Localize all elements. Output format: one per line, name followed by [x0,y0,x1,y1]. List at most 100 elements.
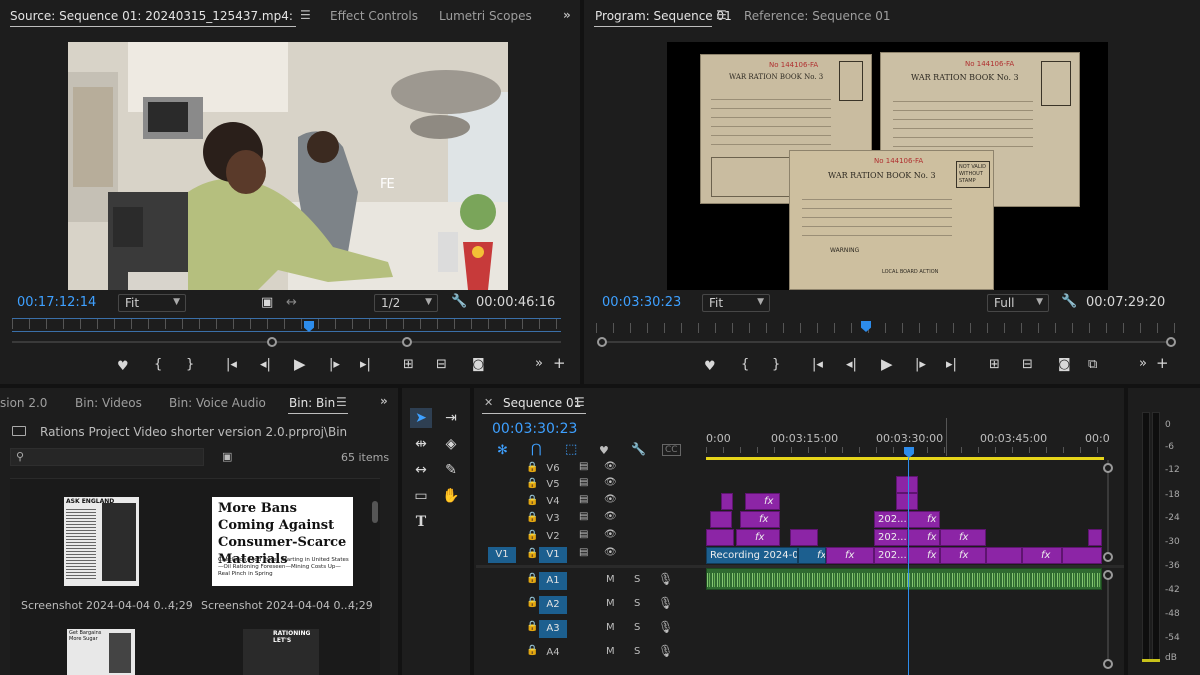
lock-icon[interactable]: 🔒 [526,645,538,656]
timeline-clip[interactable]: fx [740,511,780,528]
lock-icon[interactable]: 🔒 [526,548,538,559]
step-back-icon[interactable]: ◂| [846,358,857,372]
timeline-clip[interactable]: 202... [874,529,908,546]
timeline-scroll-handle[interactable] [1103,659,1113,669]
source-patch-v1[interactable]: V1 [488,547,516,563]
source-resolution-dropdown[interactable]: 1/2 ▼ [374,294,438,312]
program-fit-dropdown[interactable]: Fit ▼ [702,294,770,312]
overwrite-icon[interactable]: ⊟ [436,358,447,372]
timeline-clip[interactable] [790,529,818,546]
solo-button[interactable]: S [634,622,640,633]
timeline-clip[interactable] [896,493,918,510]
track-target[interactable]: A4 [539,644,567,662]
timeline-clip[interactable]: 202... [874,547,908,564]
track-select-tool-icon[interactable]: ⇥ [440,408,462,428]
timeline-clip[interactable]: 202... [874,511,908,528]
tab-bin-videos[interactable]: Bin: Videos [75,396,142,410]
add-button-icon[interactable]: + [553,356,566,371]
track-target[interactable]: V5 [539,477,567,493]
eye-icon[interactable]: 👁 [604,511,617,522]
track-target[interactable]: V6 [539,461,567,477]
search-input[interactable]: ⚲ [10,448,204,466]
timeline-clip[interactable] [986,547,1022,564]
eye-icon[interactable]: 👁 [604,477,617,488]
timeline-clip[interactable] [1088,529,1102,546]
wrench-icon[interactable]: 🔧 [1061,295,1077,309]
selection-tool-icon[interactable]: ➤ [410,408,432,428]
overflow-chevron-icon[interactable]: » [380,394,388,408]
insert-icon[interactable]: ⊞ [403,358,414,372]
track-target[interactable]: V2 [539,529,567,545]
lock-icon[interactable]: 🔒 [526,597,538,608]
timeline-clip[interactable]: fx [736,529,780,546]
step-back-icon[interactable]: ◂| [260,358,271,372]
audio-clip-a1[interactable] [706,568,1102,590]
mute-button[interactable]: M [606,622,615,633]
thumb-newspaper-3[interactable]: Get Bargains More Sugar [67,629,135,675]
razor-tool-icon[interactable]: ◈ [440,434,462,454]
tab-lumetri-scopes[interactable]: Lumetri Scopes [439,9,532,23]
track-target[interactable]: V3 [539,511,567,527]
tab-menu-icon[interactable]: ☰ [574,395,585,409]
pen-tool-icon[interactable]: ✎ [440,460,462,480]
timeline-clip[interactable]: fx [908,529,940,546]
go-to-in-icon[interactable]: |◂ [812,358,823,372]
play-icon[interactable]: ▶ [881,357,893,372]
add-marker-timeline-icon[interactable]: ⬚ [565,442,577,457]
source-current-timecode[interactable]: 00:17:12:14 [17,295,96,310]
tab-menu-icon[interactable]: ☰ [336,395,347,409]
solo-button[interactable]: S [634,598,640,609]
mark-out-icon[interactable]: } [186,358,194,372]
track-target[interactable]: A1 [539,572,567,590]
close-sequence-icon[interactable]: ✕ [484,396,493,409]
add-button-icon[interactable]: + [1156,356,1169,371]
eye-icon[interactable]: 👁 [604,461,617,472]
timeline-clip[interactable] [721,493,733,510]
mark-in-icon[interactable]: { [154,358,162,372]
thumb-newspaper-2[interactable]: More Bans Coming Against Consumer-Scarce… [212,497,353,586]
captions-icon[interactable]: CC [662,444,681,456]
track-target[interactable]: V1 [539,547,567,563]
tab-menu-icon[interactable]: ☰ [716,8,727,22]
microphone-icon[interactable]: 🎙 [658,620,673,634]
eye-icon[interactable]: 👁 [604,547,617,558]
timeline-clip[interactable]: fx [940,547,986,564]
comparison-view-icon[interactable]: ⧉ [1088,358,1097,372]
tab-menu-icon[interactable]: ☰ [300,8,311,22]
wrench-icon[interactable]: 🔧 [451,295,467,309]
timeline-scroll-audio[interactable] [1107,575,1109,665]
timeline-scroll-video[interactable] [1107,460,1109,560]
drag-video-icon[interactable]: ↔ [286,296,297,310]
microphone-icon[interactable]: 🎙 [658,596,673,610]
tab-bin-voice-audio[interactable]: Bin: Voice Audio [169,396,266,410]
microphone-icon[interactable]: 🎙 [658,572,673,586]
step-forward-icon[interactable]: |▸ [915,358,926,372]
thumb-newspaper-1[interactable]: ASK ENGLAND [64,497,139,586]
tab-reference[interactable]: Reference: Sequence 01 [744,9,891,23]
source-fit-dropdown[interactable]: Fit ▼ [118,294,186,312]
solo-button[interactable]: S [634,646,640,657]
mute-button[interactable]: M [606,646,615,657]
tab-program[interactable]: Program: Sequence 01 [595,9,732,23]
hand-tool-icon[interactable]: ✋ [440,486,462,506]
step-forward-icon[interactable]: |▸ [329,358,340,372]
camera-icon[interactable]: ◙ [472,358,485,372]
extract-icon[interactable]: ⊟ [1022,358,1033,372]
program-zoom-handle-left[interactable] [597,337,607,347]
go-to-in-icon[interactable]: |◂ [226,358,237,372]
source-zoom-handle-left[interactable] [267,337,277,347]
linked-selection-icon[interactable]: ⋂ [531,442,542,457]
program-current-timecode[interactable]: 00:03:30:23 [602,295,681,310]
new-search-bin-icon[interactable]: ▣ [222,450,232,463]
lock-icon[interactable]: 🔒 [526,512,538,523]
toggle-sync-icon[interactable]: ▤ [579,529,588,540]
timeline-clip[interactable]: fx [745,493,780,510]
sequence-timecode[interactable]: 00:03:30:23 [492,421,577,437]
program-zoom-bar[interactable] [602,341,1172,343]
lock-icon[interactable]: 🔒 [526,573,538,584]
timeline-clip[interactable]: fx [908,511,940,528]
program-resolution-dropdown[interactable]: Full ▼ [987,294,1049,312]
timeline-clip[interactable]: fx [940,529,986,546]
toggle-sync-icon[interactable]: ▤ [579,511,588,522]
timeline-clip[interactable]: fx [798,547,826,564]
